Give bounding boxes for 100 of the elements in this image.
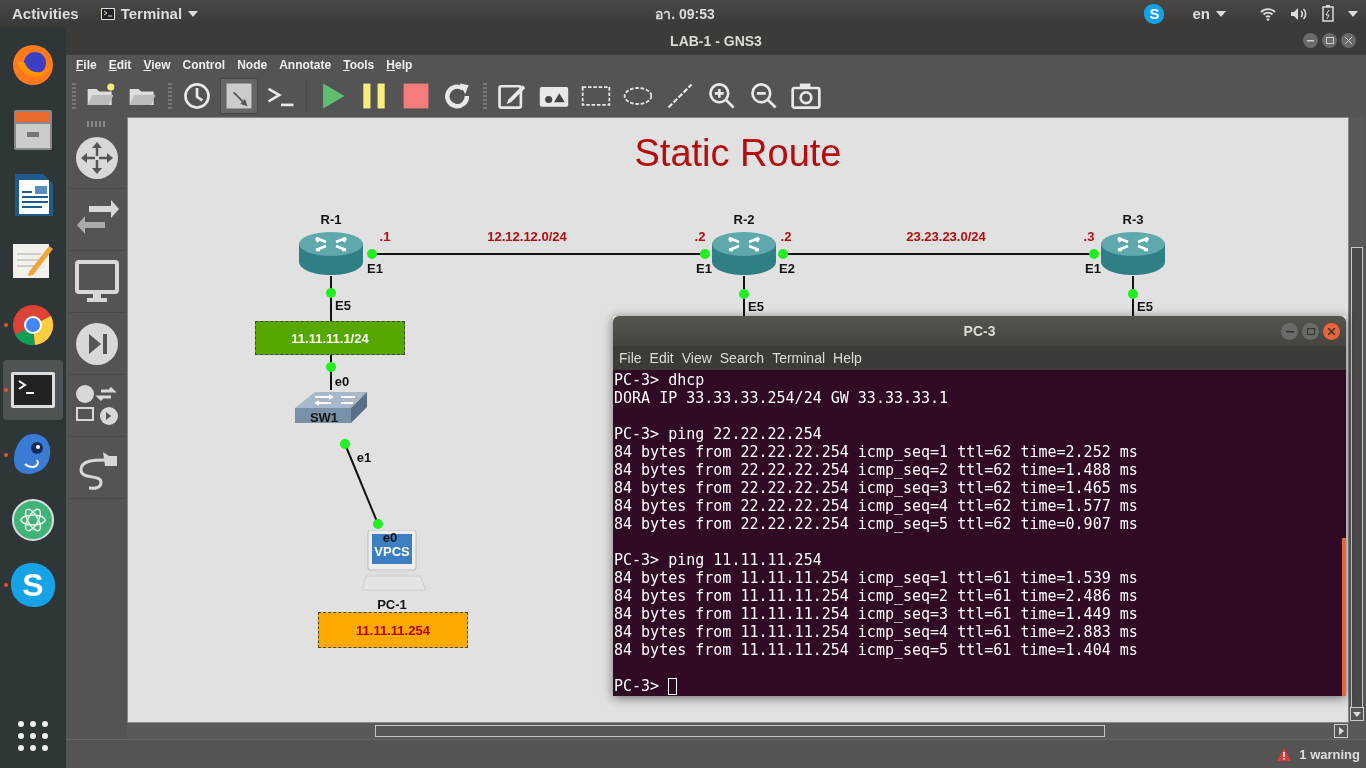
minimize-icon (1285, 330, 1294, 333)
skype-icon: S (11, 563, 55, 607)
port-label: e0 (382, 529, 398, 545)
maximize-button[interactable] (1322, 33, 1337, 48)
horizontal-scrollbar[interactable] (127, 723, 1366, 740)
caret-icon (1348, 10, 1358, 17)
terminal-line: 84 bytes from 11.11.11.254 icmp_seq=1 ttl=61 time=1.539 ms (614, 569, 1138, 587)
menu-item[interactable]: File (70, 57, 103, 72)
volume-icon[interactable] (1290, 6, 1308, 21)
menu-item[interactable]: View (677, 350, 716, 366)
port-label: e0 (334, 373, 350, 389)
switch-icon[interactable] (295, 390, 367, 425)
right-arrow-icon (1338, 727, 1344, 736)
link-line[interactable] (340, 439, 383, 530)
router-icon (298, 230, 364, 277)
clock[interactable]: อา. 09:53 (655, 2, 715, 25)
window-title: PC-3 (963, 323, 996, 339)
language-indicator[interactable]: en (1192, 5, 1210, 22)
port-label: e1 (356, 449, 372, 465)
menu-item[interactable]: Help (829, 350, 866, 366)
address-label: .2 (780, 228, 792, 244)
terminal-line: 84 bytes from 11.11.11.254 icmp_seq=5 ttl=61 time=1.404 ms (614, 641, 1138, 659)
menu-item[interactable]: Edit (645, 350, 678, 366)
app-menu[interactable]: Terminal (120, 5, 183, 22)
menu-item[interactable]: File (615, 350, 646, 366)
device-grid-icon (74, 383, 119, 428)
terminal-line: PC-3> ping 22.22.22.254 (614, 425, 822, 443)
canvas-title: Static Route (633, 132, 843, 176)
minimize-icon (1307, 39, 1314, 42)
wifi-icon[interactable] (1260, 6, 1276, 21)
close-button[interactable] (1341, 33, 1356, 48)
address-label: 23.23.23.0/24 (906, 228, 986, 244)
terminal-line: PC-3> dhcp (614, 371, 705, 389)
apps-grid-icon[interactable] (17, 720, 49, 752)
running-dot (4, 388, 8, 392)
link-line[interactable] (326, 354, 336, 392)
running-dot (4, 453, 8, 457)
terminal-line: 84 bytes from 22.22.22.254 icmp_seq=5 ttl=62 time=0.907 ms (614, 515, 1138, 533)
text-cursor (668, 677, 678, 695)
play-stop-icon (74, 321, 119, 366)
monitor-icon (74, 259, 119, 304)
browser-icon (11, 303, 55, 347)
menu-item[interactable]: Help (380, 57, 419, 72)
labels-button[interactable] (220, 77, 258, 114)
menu-item[interactable]: Edit (102, 57, 138, 72)
caret-icon (188, 10, 199, 17)
port-label: E5 (748, 298, 764, 314)
minimize-button[interactable] (1303, 33, 1318, 48)
address-label: 12.12.12.0/24 (487, 228, 567, 244)
menu-item[interactable]: View (137, 57, 177, 72)
window-title: LAB-1 - GNS3 (670, 32, 762, 49)
menu-item[interactable]: Annotate (273, 57, 338, 72)
maximize-icon (1325, 37, 1334, 44)
down-arrow-icon (1353, 711, 1361, 717)
menu-item[interactable]: Tools (337, 57, 381, 72)
address-label: .1 (379, 228, 391, 244)
dock-item[interactable] (3, 360, 63, 420)
drawer-icon (11, 108, 55, 152)
atom-icon (11, 498, 55, 542)
running-dot (4, 583, 8, 587)
router-icon (711, 230, 777, 277)
address-note[interactable]: 11.11.11.254 (318, 612, 468, 649)
terminal-line: 84 bytes from 11.11.11.254 icmp_seq=4 ttl=61 time=2.883 ms (614, 623, 1138, 641)
menu-item[interactable]: Search (715, 350, 769, 366)
link-line[interactable] (326, 275, 336, 323)
link-line[interactable] (367, 249, 710, 260)
link-line[interactable] (739, 275, 749, 318)
computer-icon[interactable] (362, 530, 426, 593)
router-icon (1100, 230, 1166, 277)
close-icon (1328, 328, 1335, 335)
terminal-line: PC-3> (614, 677, 660, 695)
battery-icon[interactable] (1322, 5, 1334, 22)
device-type-label: VPCS (374, 543, 410, 559)
terminal-icon (100, 7, 115, 20)
terminal-line: 84 bytes from 11.11.11.254 icmp_seq=2 ttl=61 time=2.486 ms (614, 587, 1138, 605)
link-line[interactable] (778, 249, 1099, 260)
maximize-icon (1306, 328, 1315, 335)
port-label: E2 (779, 260, 795, 276)
address-label: .3 (1083, 228, 1095, 244)
caret-icon (1216, 10, 1226, 17)
close-button[interactable] (1323, 323, 1340, 340)
port-label: E1 (367, 260, 383, 276)
activities-button[interactable]: Activities (12, 5, 79, 22)
terminal-line: 84 bytes from 11.11.11.254 icmp_seq=3 ttl=61 time=1.449 ms (614, 605, 1138, 623)
terminal-line: 84 bytes from 22.22.22.254 icmp_seq=2 ttl=62 time=1.488 ms (614, 461, 1138, 479)
warning-count[interactable]: 1 warning (1299, 746, 1360, 762)
address-label: .2 (694, 228, 706, 244)
menu-item[interactable]: Node (231, 57, 274, 72)
menu-item[interactable]: Terminal (768, 350, 830, 366)
terminal-line: DORA IP 33.33.33.254/24 GW 33.33.33.1 (614, 389, 949, 407)
warning-icon (1277, 747, 1292, 761)
node-label: R-3 (1122, 211, 1144, 227)
node-label: R-1 (320, 211, 342, 227)
terminal-line: 84 bytes from 22.22.22.254 icmp_seq=1 ttl=62 time=2.252 ms (614, 443, 1138, 461)
menu-item[interactable]: Control (176, 57, 232, 72)
node-label: R-2 (733, 211, 755, 227)
link-line[interactable] (1128, 275, 1138, 318)
terminal-line: PC-3> ping 11.11.11.254 (614, 551, 822, 569)
terminal-icon (10, 371, 56, 409)
vertical-scrollbar[interactable] (1349, 117, 1365, 724)
